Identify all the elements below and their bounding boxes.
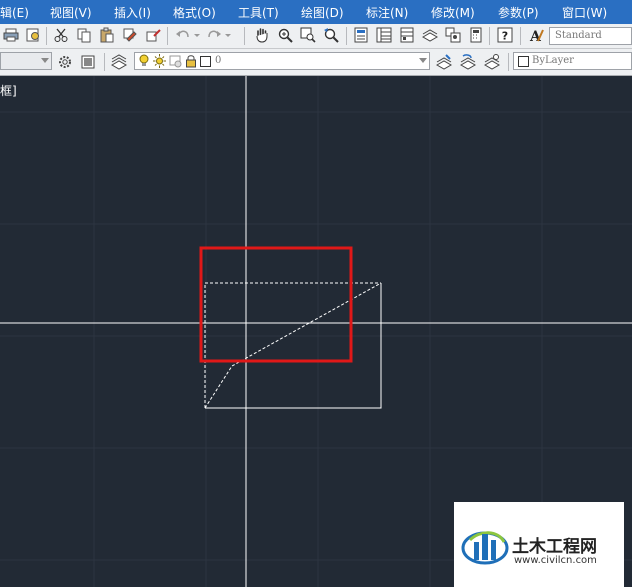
zoom-window-icon[interactable] [299, 26, 317, 44]
text-style-value: Standard [555, 30, 602, 41]
viewport-label: 框] [0, 84, 17, 98]
linetype-value: ByLayer [532, 55, 574, 66]
selection-highlight-box [199, 246, 353, 363]
separator [46, 27, 47, 45]
sheet-set-icon[interactable] [421, 26, 439, 44]
color-swatch [518, 56, 529, 67]
separator [520, 27, 521, 45]
chevron-down-icon [419, 58, 427, 63]
zoom-realtime-icon[interactable] [276, 26, 294, 44]
help-icon[interactable]: ? [496, 26, 514, 44]
layers-toolbar: 0 ByLayer [0, 49, 632, 76]
watermark-url: www.civilcn.com [514, 555, 597, 566]
standard-toolbar: ? A Standard [0, 24, 632, 49]
workspace-settings-icon[interactable] [56, 53, 74, 71]
lightbulb-icon [138, 54, 150, 68]
menu-insert[interactable]: 插入(I) [114, 4, 151, 21]
separator [508, 53, 509, 71]
watermark-name: 土木工程网 [512, 537, 597, 557]
separator [244, 27, 245, 45]
match-properties-icon[interactable] [121, 26, 139, 44]
workspace-select[interactable] [0, 52, 52, 70]
text-style-icon[interactable]: A [527, 26, 545, 44]
menu-view[interactable]: 视图(V) [50, 4, 92, 21]
logo-icon [461, 531, 509, 565]
solid-rectangle-edges [205, 283, 382, 409]
menu-parameters[interactable]: 参数(P) [498, 4, 539, 21]
pan-hand-icon[interactable] [253, 26, 271, 44]
layer-select[interactable]: 0 [134, 52, 430, 70]
menu-draw[interactable]: 绘图(D) [301, 4, 344, 21]
redo-icon[interactable] [205, 26, 223, 44]
copy-icon[interactable] [75, 26, 93, 44]
separator [489, 27, 490, 45]
separator [104, 53, 105, 71]
linetype-select[interactable]: ByLayer [513, 52, 632, 70]
zoom-previous-icon[interactable] [322, 26, 340, 44]
print-icon[interactable] [2, 26, 20, 44]
layer-manager-icon[interactable] [110, 53, 128, 71]
undo-dropdown-icon[interactable] [192, 26, 202, 44]
calculator-icon[interactable] [467, 26, 485, 44]
menu-format[interactable]: 格式(O) [173, 4, 216, 21]
make-layer-current-icon[interactable] [435, 53, 453, 71]
viewport-freeze-icon [169, 54, 182, 68]
menu-window[interactable]: 窗口(W) [562, 4, 607, 21]
menu-edit[interactable]: 辑(E) [0, 4, 29, 21]
dashed-rectangle-edges [204, 282, 381, 408]
layer-color-swatch [200, 56, 211, 67]
design-center-icon[interactable] [375, 26, 393, 44]
separator [167, 27, 168, 45]
redo-dropdown-icon[interactable] [223, 26, 233, 44]
menu-tools[interactable]: 工具(T) [238, 4, 279, 21]
layer-previous-icon[interactable] [459, 53, 477, 71]
markup-set-icon[interactable] [444, 26, 462, 44]
workspace-lock-icon[interactable] [79, 53, 97, 71]
sun-freeze-icon [153, 54, 166, 68]
watermark-logo: 土木工程网 www.civilcn.com [454, 502, 624, 587]
chevron-down-icon [41, 58, 49, 63]
tool-palettes-icon[interactable] [398, 26, 416, 44]
lock-icon [185, 54, 197, 68]
text-style-select[interactable]: Standard [549, 27, 632, 45]
separator [346, 27, 347, 45]
properties-icon[interactable] [352, 26, 370, 44]
paste-icon[interactable] [98, 26, 116, 44]
undo-icon[interactable] [174, 26, 192, 44]
svg-text:?: ? [502, 30, 508, 43]
dashed-diagonal-line [204, 282, 382, 409]
layer-name: 0 [215, 55, 222, 66]
cut-icon[interactable] [52, 26, 70, 44]
block-editor-icon[interactable] [144, 26, 162, 44]
layer-states-icon[interactable] [483, 53, 501, 71]
menu-modify[interactable]: 修改(M) [431, 4, 475, 21]
plot-preview-icon[interactable] [24, 26, 42, 44]
menu-dimension[interactable]: 标注(N) [366, 4, 408, 21]
menu-bar: 辑(E) 视图(V) 插入(I) 格式(O) 工具(T) 绘图(D) 标注(N)… [0, 0, 632, 24]
